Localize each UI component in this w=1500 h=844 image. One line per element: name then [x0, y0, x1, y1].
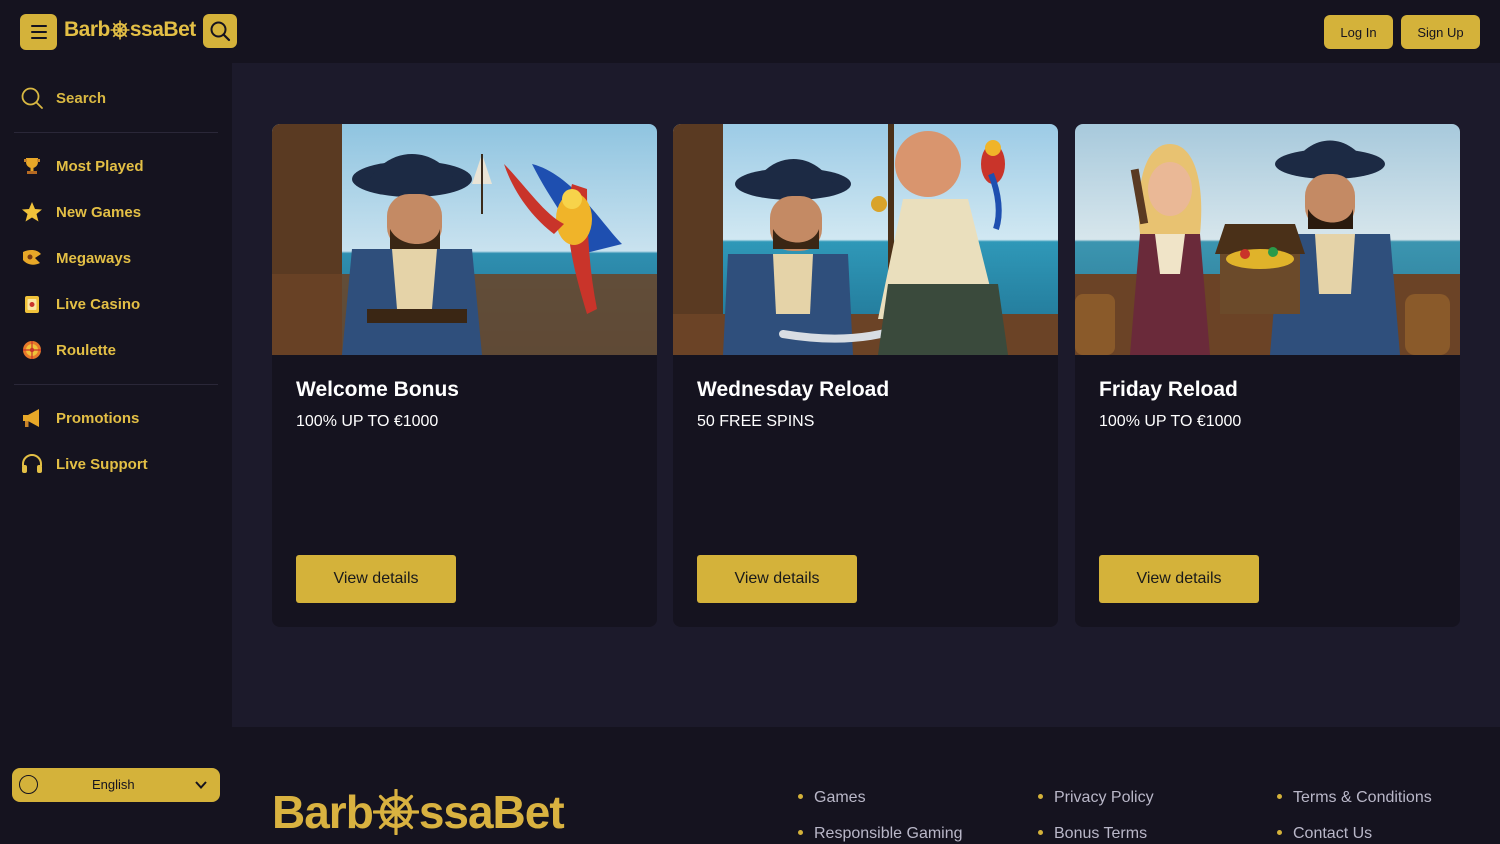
sidebar-item-live-casino[interactable]: Live Casino [20, 292, 140, 316]
language-label: English [92, 777, 135, 792]
promo-title: Welcome Bonus [296, 378, 459, 401]
login-button[interactable]: Log In [1324, 15, 1393, 49]
sidebar-item-promotions[interactable]: Promotions [20, 406, 139, 430]
view-details-button[interactable]: View details [296, 555, 456, 603]
bullet [1038, 794, 1043, 799]
brand-logo[interactable]: Barb ssaBet [64, 18, 196, 42]
promo-title: Friday Reload [1099, 378, 1238, 401]
footer-link-bonus-terms[interactable]: Bonus Terms [1054, 825, 1147, 843]
promo-title: Wednesday Reload [697, 378, 890, 401]
promo-subtitle: 50 FREE SPINS [697, 413, 815, 430]
headset-icon [20, 452, 44, 476]
promo-subtitle: 100% UP TO €1000 [296, 413, 439, 430]
roulette-icon [20, 338, 44, 362]
bullet [1038, 830, 1043, 835]
sidebar: Search Most Played New Games Megaways Li… [0, 63, 232, 844]
menu-button[interactable] [20, 14, 57, 50]
search-icon [210, 21, 231, 42]
chevron-down-icon [195, 781, 207, 789]
divider [14, 384, 218, 385]
star-icon [20, 200, 44, 224]
megaphone-icon [20, 406, 44, 430]
language-selector[interactable]: English [12, 768, 220, 802]
promo-image [272, 124, 657, 355]
sidebar-item-live-support[interactable]: Live Support [20, 452, 148, 476]
sidebar-search-label: Search [56, 89, 107, 107]
bullet [798, 794, 803, 799]
signup-button[interactable]: Sign Up [1401, 15, 1480, 49]
sidebar-item-new-games[interactable]: New Games [20, 200, 141, 224]
footer-link-contact-us[interactable]: Contact Us [1293, 825, 1372, 843]
footer-link-games[interactable]: Games [814, 789, 866, 807]
footer-logo[interactable]: Barb ssaBet [272, 785, 565, 839]
footer-link-responsible-gaming[interactable]: Responsible Gaming [814, 825, 963, 843]
header-search-button[interactable] [203, 14, 237, 48]
view-details-button[interactable]: View details [697, 555, 857, 603]
sidebar-search[interactable]: Search [20, 86, 106, 110]
promo-image [1075, 124, 1460, 355]
live-casino-icon [20, 292, 44, 316]
footer: Barb ssaBet Games Responsible Gaming Pri… [232, 727, 1500, 844]
trophy-icon [20, 154, 44, 178]
promotions-area: Welcome Bonus 100% UP TO €1000 View deta… [232, 63, 1500, 727]
bullet [1277, 830, 1282, 835]
promo-card: Friday Reload 100% UP TO €1000 View deta… [1075, 124, 1460, 627]
sidebar-item-most-played[interactable]: Most Played [20, 154, 144, 178]
bullet [798, 830, 803, 835]
sidebar-item-megaways[interactable]: Megaways [20, 246, 131, 270]
divider [14, 132, 218, 133]
footer-link-terms-conditions[interactable]: Terms & Conditions [1293, 789, 1432, 807]
top-header: Barb ssaBet Log In Sign Up [0, 0, 1500, 63]
promo-subtitle: 100% UP TO €1000 [1099, 413, 1242, 430]
ship-wheel-icon [110, 20, 130, 40]
bullet [1277, 794, 1282, 799]
view-details-button[interactable]: View details [1099, 555, 1259, 603]
promo-card: Welcome Bonus 100% UP TO €1000 View deta… [272, 124, 657, 627]
sidebar-item-roulette[interactable]: Roulette [20, 338, 116, 362]
globe-icon [19, 775, 38, 794]
hamburger-icon [30, 25, 47, 27]
megaways-icon [20, 246, 44, 270]
promo-image [673, 124, 1058, 355]
promo-card: Wednesday Reload 50 FREE SPINS View deta… [673, 124, 1058, 627]
footer-link-privacy-policy[interactable]: Privacy Policy [1054, 789, 1154, 807]
search-icon [20, 86, 44, 110]
ship-wheel-icon [372, 789, 419, 835]
